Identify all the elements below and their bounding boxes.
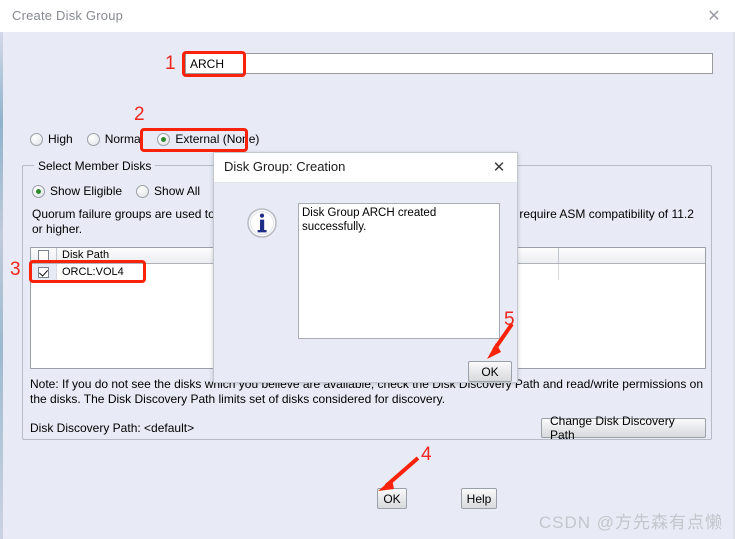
radio-icon-external [157,132,171,146]
checkbox-icon-row [38,266,49,278]
window-titlebar: Create Disk Group ✕ [0,0,735,33]
dialog-title: Disk Group: Creation [224,159,346,174]
annotation-number-4: 4 [421,444,432,465]
info-icon [247,208,277,238]
radio-icon-high [30,132,43,146]
table-header-col4 [559,248,705,263]
radio-icon-normal [86,132,100,146]
redundancy-radio-group: High Normal External (None) [30,132,273,146]
window-title: Create Disk Group [12,8,124,23]
annotation-number-2: 2 [134,104,145,125]
change-disk-discovery-path-button[interactable]: Change Disk Discovery Path [541,414,706,442]
create-disk-group-window: Create Disk Group ✕ High Normal External… [0,0,735,539]
ok-button[interactable]: OK [377,488,407,509]
row-checkbox-cell[interactable] [31,264,57,280]
table-header-select-all[interactable] [31,248,57,263]
show-all-option[interactable]: Show All [136,184,200,198]
redundancy-option-normal-label: Normal [104,132,144,146]
annotation-number-1: 1 [165,53,176,74]
checkbox-icon-select-all [38,250,49,261]
redundancy-option-high-label: High [48,132,73,146]
redundancy-option-external[interactable]: External (None) [157,132,259,146]
redundancy-option-high[interactable]: High [30,132,73,146]
radio-icon-show-eligible [32,184,45,198]
radio-icon-show-all [136,184,150,198]
redundancy-option-external-label: External (None) [175,132,260,146]
disk-group-name-input[interactable] [185,53,713,74]
dialog-ok-button[interactable]: OK [468,361,512,382]
show-eligible-option[interactable]: Show Eligible [32,184,122,198]
redundancy-option-normal[interactable]: Normal [86,132,144,146]
annotation-number-3: 3 [10,259,21,280]
annotation-number-5: 5 [504,309,515,330]
show-filter-radio-group: Show Eligible Show All [32,184,214,198]
help-button[interactable]: Help [461,488,497,509]
dialog-message: Disk Group ARCH created successfully. [298,203,500,339]
row-col4 [559,264,705,280]
select-member-disks-legend: Select Member Disks [34,159,156,173]
dialog-close-icon[interactable]: ✕ [489,158,509,176]
watermark: CSDN @方先森有点懒 [538,513,723,532]
disk-group-creation-dialog: Disk Group: Creation ✕ Disk Group ARCH c… [213,152,518,383]
show-all-label: Show All [154,184,201,198]
disk-discovery-path-label: Disk Discovery Path: <default> [30,421,195,435]
close-icon[interactable]: ✕ [701,6,727,28]
dialog-titlebar: Disk Group: Creation ✕ [214,153,517,183]
show-eligible-label: Show Eligible [50,184,123,198]
